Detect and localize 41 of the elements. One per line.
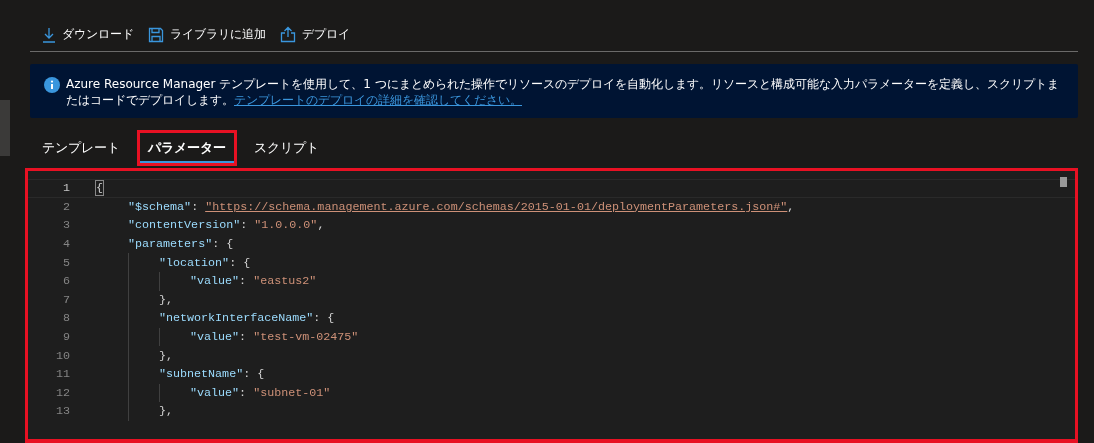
line-number: 10 <box>54 348 71 363</box>
code-line: "contentVersion": "1.0.0.0", <box>128 218 325 233</box>
code-line: "$schema": "https://schema.management.azure.com/schemas/2015-01-01/deploymentParameters.json#", <box>128 199 795 214</box>
download-icon <box>42 26 56 43</box>
info-text: Azure Resource Manager テンプレートを使用して、1 つにまとめられた操作でリソースのデプロイを自動化します。リソースと構成可能な入力パラメーターを定義し、スクリプトまたはコードでデプロイします。テンプレートのデプロイの詳細を確認してください。 <box>66 76 1060 108</box>
toolbar-button[interactable]: ダウンロード <box>40 24 136 45</box>
line-number: 3 <box>62 218 71 233</box>
code-line: }, <box>159 292 174 307</box>
line-number: 4 <box>62 237 71 252</box>
scrollbar-thumb[interactable] <box>1060 177 1067 187</box>
scrollbar-thumb[interactable] <box>0 100 10 156</box>
toolbar-button[interactable]: デプロイ <box>278 24 352 45</box>
line-number: 6 <box>62 274 71 289</box>
toolbar-button[interactable]: ライブラリに追加 <box>146 24 268 45</box>
code-line: "location": { <box>159 255 251 270</box>
code-line: "value": "subnet-01" <box>190 385 331 400</box>
tab[interactable]: スクリプト <box>243 130 330 166</box>
code-line: "subnetName": { <box>159 367 265 382</box>
tab[interactable]: パラメーター <box>137 130 237 166</box>
info-icon <box>44 77 60 93</box>
learn-more-link[interactable]: テンプレートのデプロイの詳細を確認してください。 <box>234 93 522 107</box>
code-line: }, <box>159 404 174 419</box>
line-number: 8 <box>62 311 71 326</box>
line-number: 12 <box>54 385 71 400</box>
code-line: "parameters": { <box>128 237 234 252</box>
tab[interactable]: テンプレート <box>31 130 131 166</box>
code-line: "value": "test-vm-02475" <box>190 330 359 345</box>
line-number: 7 <box>62 292 71 307</box>
save-icon <box>148 26 164 43</box>
line-number: 5 <box>62 255 71 270</box>
code-editor[interactable] <box>25 168 1078 443</box>
code-line: { <box>96 181 103 196</box>
line-number: 9 <box>62 330 71 345</box>
line-number: 2 <box>62 199 71 214</box>
line-number: 13 <box>54 404 71 419</box>
code-line: "value": "eastus2" <box>190 274 317 289</box>
line-number: 1 <box>62 181 71 196</box>
line-number: 11 <box>54 367 71 382</box>
code-line: "networkInterfaceName": { <box>159 311 335 326</box>
upload-icon <box>280 26 296 43</box>
code-line: }, <box>159 348 174 363</box>
